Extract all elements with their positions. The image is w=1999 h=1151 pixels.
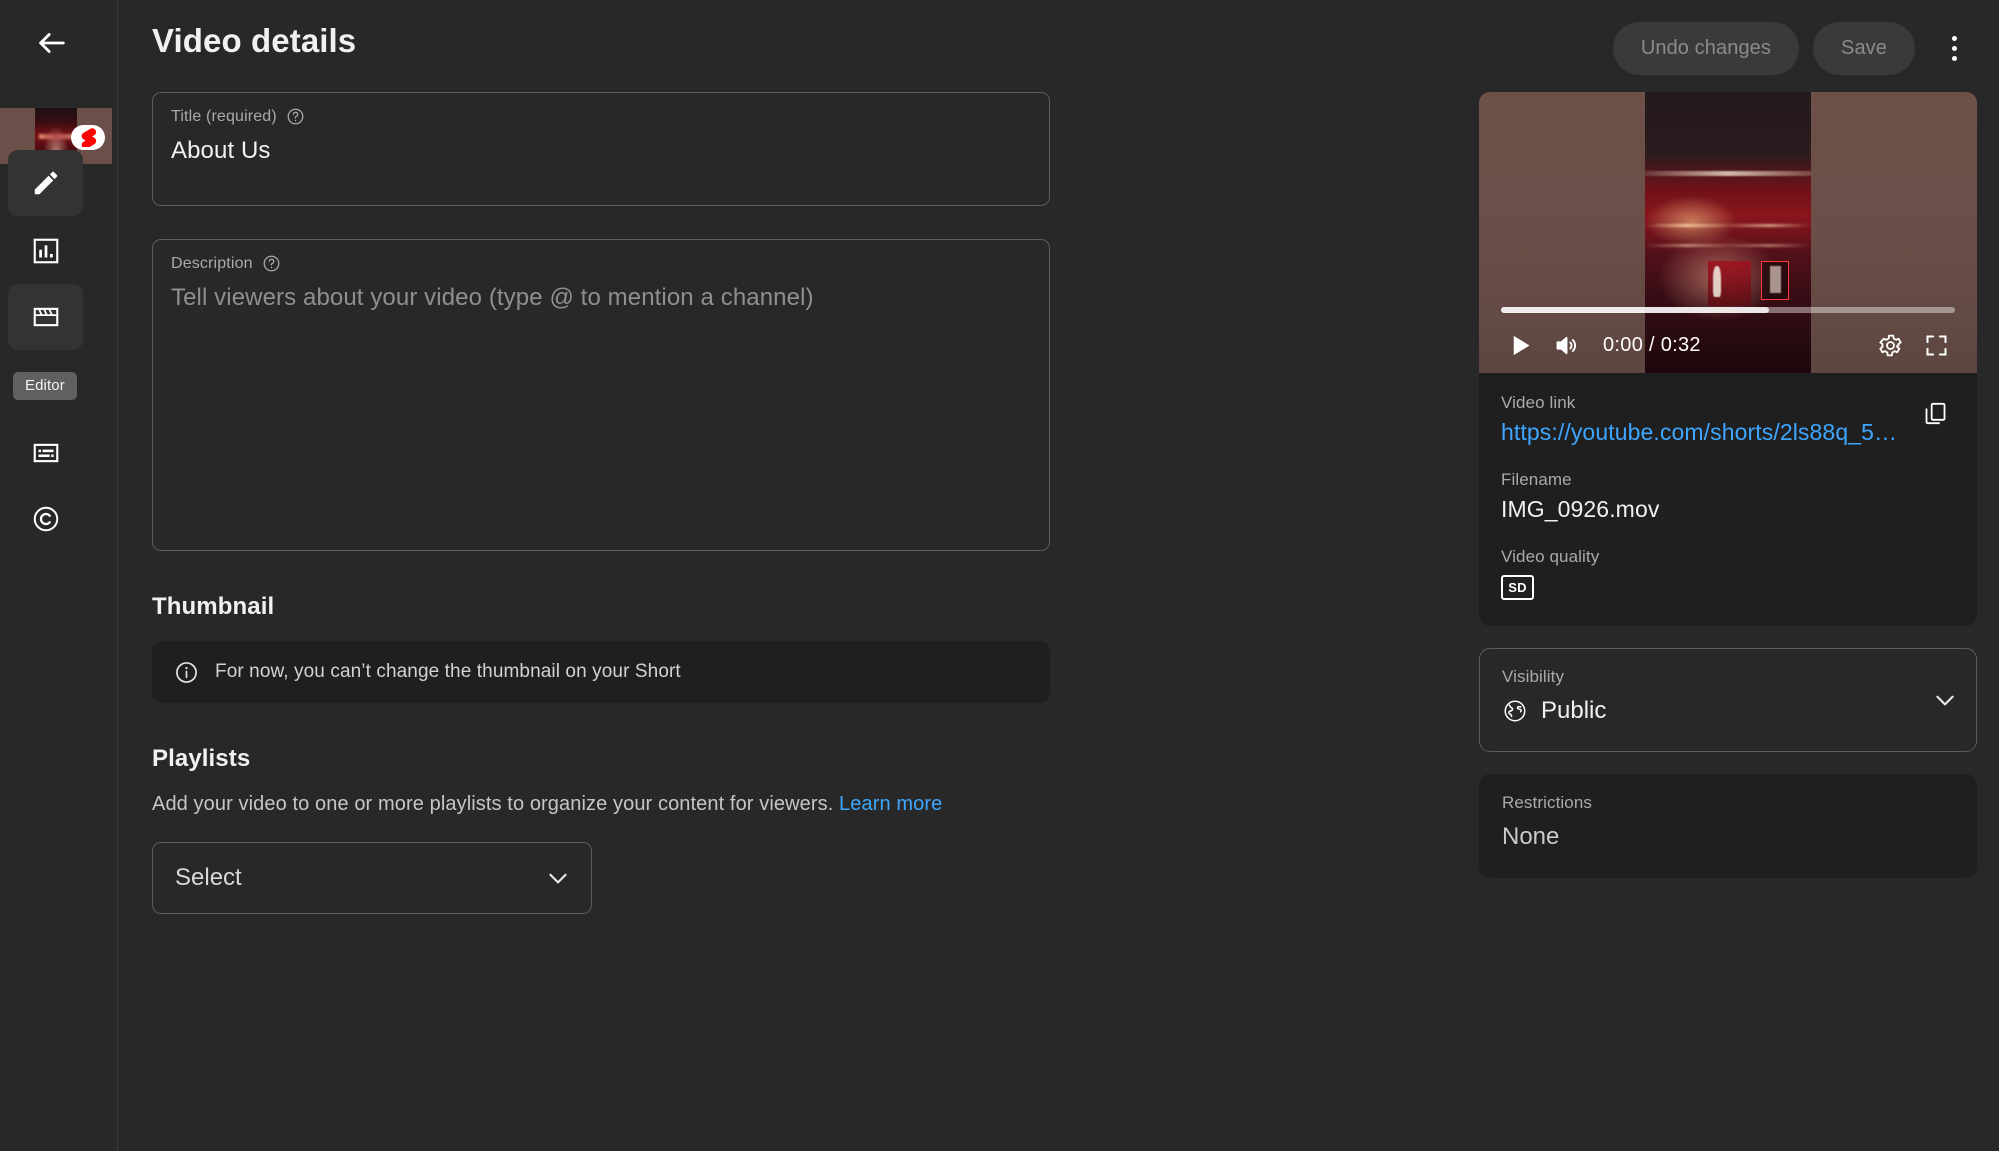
sidebar-item-copyright[interactable] [8, 486, 83, 552]
thumbnail-notice: For now, you can’t change the thumbnail … [152, 641, 1050, 703]
undo-changes-button[interactable]: Undo changes [1612, 22, 1799, 75]
analytics-icon [33, 238, 58, 264]
copy-icon [1925, 402, 1945, 424]
play-button[interactable] [1497, 322, 1543, 368]
copy-link-button[interactable] [1913, 391, 1957, 435]
pencil-icon [34, 171, 57, 195]
save-button[interactable]: Save [1813, 22, 1915, 75]
chevron-down-icon[interactable] [1932, 687, 1958, 713]
playlist-select-value: Select [175, 864, 242, 891]
jumbotron-screen [1761, 260, 1790, 300]
playlist-select[interactable]: Select [152, 842, 592, 914]
crowd-lights [1645, 224, 1811, 228]
page-title: Video details [152, 22, 357, 59]
video-details-page: Editor Video details Undo changes Save T… [0, 0, 1999, 1151]
gear-icon [1878, 334, 1902, 356]
more-options-icon[interactable] [1931, 26, 1977, 72]
filename-label: Filename [1501, 470, 1572, 489]
video-player[interactable]: 0:00 / 0:32 [1479, 92, 1977, 373]
globe-icon [1502, 698, 1528, 724]
play-icon [1513, 335, 1529, 355]
back-button[interactable] [26, 17, 78, 69]
fullscreen-icon [1925, 334, 1947, 356]
help-icon[interactable] [262, 254, 281, 273]
fullscreen-button[interactable] [1913, 322, 1959, 368]
video-link-value[interactable]: https://youtube.com/shorts/2ls88q_5P… [1501, 419, 1901, 446]
editor-tooltip: Editor [13, 372, 77, 400]
description-label-row: Description [171, 254, 1031, 273]
shorts-badge-icon [71, 125, 105, 150]
crowd-lights [1645, 243, 1811, 247]
description-field[interactable]: Description Tell viewers about your vide… [152, 239, 1050, 551]
restrictions-value: None [1502, 823, 1560, 850]
chevron-down-icon [545, 865, 571, 891]
stadium-roof [1645, 170, 1811, 176]
clapperboard-icon [33, 307, 58, 327]
playlists-description-text: Add your video to one or more playlists … [152, 793, 834, 815]
restrictions-label: Restrictions [1502, 793, 1593, 812]
video-meta: Video link https://youtube.com/shorts/2l… [1479, 373, 1977, 626]
arrow-left-icon [39, 33, 65, 53]
thumbnail-notice-text: For now, you can’t change the thumbnail … [215, 661, 681, 682]
title-label-row: Title (required) [171, 107, 1031, 126]
title-label: Title (required) [171, 107, 277, 125]
sd-quality-badge: SD [1501, 575, 1534, 600]
mute-button[interactable] [1543, 322, 1589, 368]
playlists-heading: Playlists [152, 745, 251, 772]
video-link-group: Video link https://youtube.com/shorts/2l… [1501, 393, 1951, 446]
description-label: Description [171, 254, 253, 272]
restrictions-card: Restrictions None [1479, 774, 1977, 878]
header-actions: Undo changes Save [1612, 22, 1977, 75]
filename-group: Filename IMG_0926.mov [1501, 470, 1951, 523]
description-input[interactable]: Tell viewers about your video (type @ to… [171, 284, 1031, 312]
sidebar-item-editor[interactable] [8, 284, 83, 350]
video-progress-fill [1501, 307, 1769, 313]
visibility-value-row: Public [1502, 697, 1954, 725]
kebab-dot [1951, 56, 1957, 61]
video-controls: 0:00 / 0:32 [1479, 317, 1977, 373]
subtitles-icon [33, 443, 58, 463]
title-field[interactable]: Title (required) About Us [152, 92, 1050, 206]
sidebar: Editor [0, 0, 118, 1151]
visibility-label: Visibility [1502, 667, 1565, 686]
video-progress-bar[interactable] [1501, 307, 1955, 313]
form-column: Title (required) About Us Description Te… [152, 92, 1050, 914]
preview-column: 0:00 / 0:32 Video link https://youtube.c… [1479, 92, 1977, 878]
info-icon [176, 661, 197, 683]
kebab-dot [1951, 36, 1957, 41]
title-input[interactable]: About Us [171, 137, 1031, 165]
visibility-card[interactable]: Visibility Public [1479, 648, 1977, 752]
main-content: Video details Undo changes Save Title (r… [118, 0, 1999, 1151]
help-icon[interactable] [286, 107, 305, 126]
filename-value: IMG_0926.mov [1501, 496, 1660, 522]
thumbnail-heading: Thumbnail [152, 593, 275, 620]
volume-icon [1556, 336, 1576, 354]
performer [1713, 266, 1722, 298]
settings-button[interactable] [1867, 322, 1913, 368]
video-link-label: Video link [1501, 393, 1576, 412]
kebab-dot [1951, 46, 1957, 51]
visibility-value: Public [1541, 697, 1607, 724]
video-preview-card: 0:00 / 0:32 Video link https://youtube.c… [1479, 92, 1977, 626]
video-quality-group: Video quality SD [1501, 547, 1951, 600]
playlists-description: Add your video to one or more playlists … [152, 793, 1050, 816]
video-time-display: 0:00 / 0:32 [1603, 333, 1701, 356]
learn-more-link[interactable]: Learn more [839, 793, 942, 815]
sidebar-item-analytics[interactable] [8, 218, 83, 284]
video-quality-label: Video quality [1501, 547, 1600, 566]
copyright-icon [33, 506, 58, 532]
sidebar-item-subtitles[interactable] [8, 420, 83, 486]
shorts-glyph-icon [81, 128, 96, 147]
sidebar-item-details[interactable] [8, 150, 83, 216]
